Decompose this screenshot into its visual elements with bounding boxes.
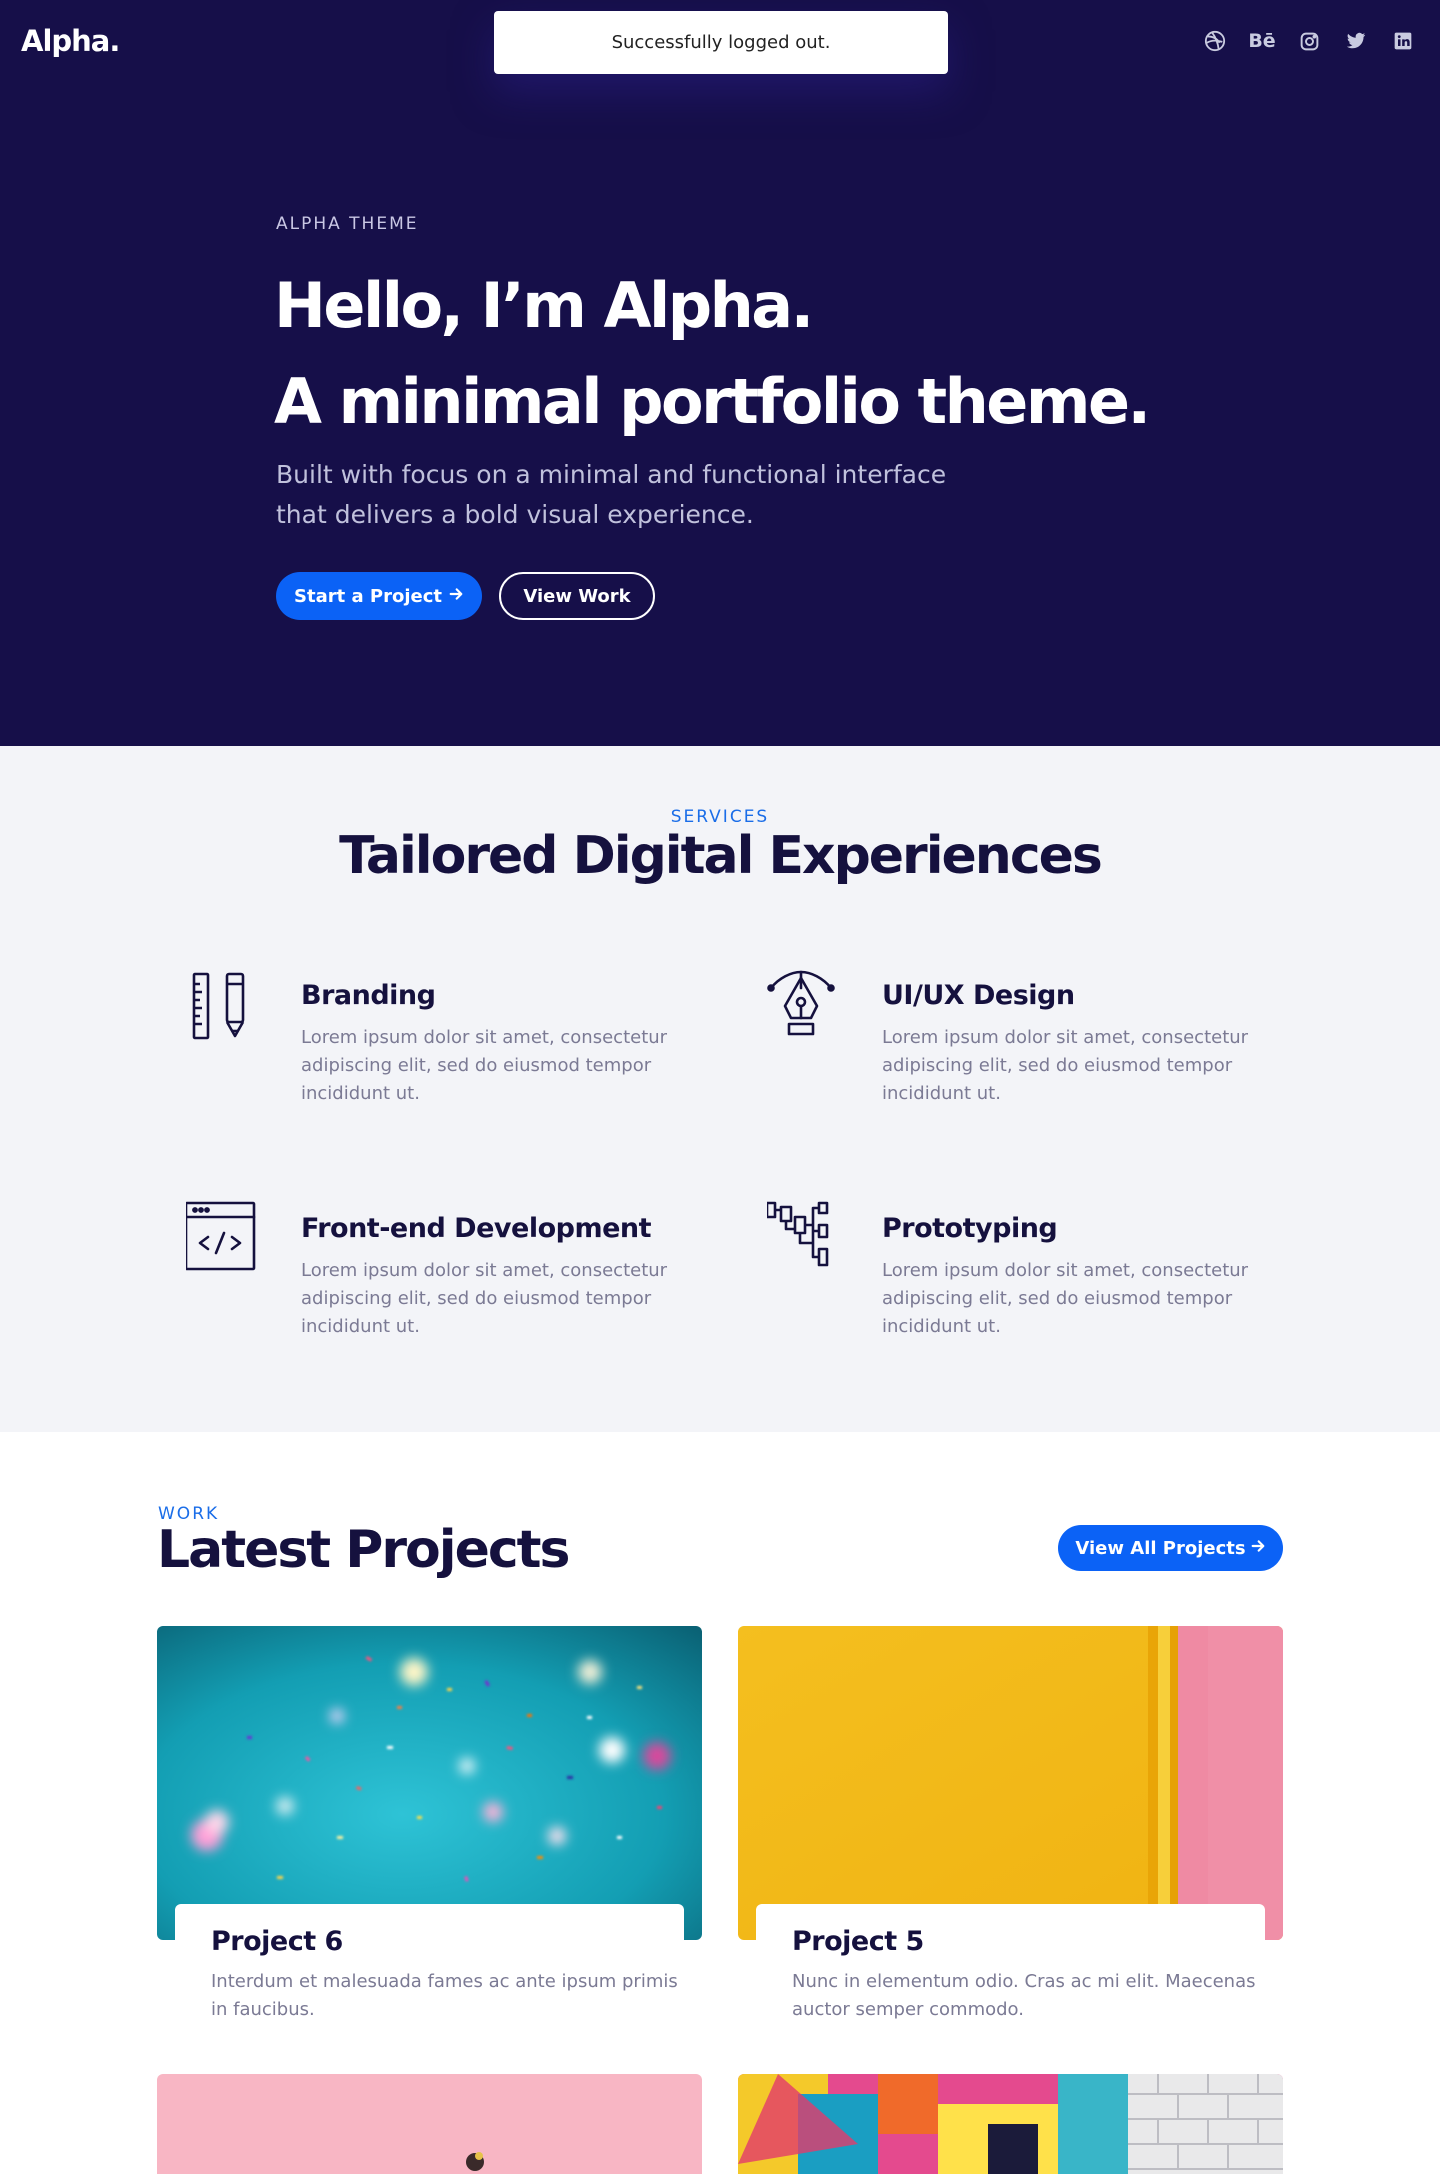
project-title[interactable]: Project 5 [792,1926,924,1957]
project-image-yellow-wall[interactable] [738,1626,1283,1940]
service-name: Front-end Development [301,1213,652,1244]
hero-subtitle-line-1: Built with focus on a minimal and functi… [276,460,947,489]
flowchart-icon [765,1197,847,1277]
service-description: Lorem ipsum dolor sit amet, consectetur … [882,1027,1249,1104]
behance-icon[interactable]: Bē [1248,28,1276,54]
project-image-pink[interactable] [157,2074,702,2174]
site-logo[interactable]: Alpha. [21,24,120,58]
view-all-projects-button[interactable]: View All Projects [1058,1525,1283,1571]
code-window-icon [184,1197,266,1277]
hero-section: Alpha. Successfully logged out. Bē ALPHA… [0,0,1440,746]
service-item-uiux: UI/UX Design Lorem ipsum dolor sit amet,… [767,964,1287,1104]
project-title[interactable]: Project 6 [211,1926,343,1957]
view-work-button[interactable]: View Work [499,572,655,620]
social-links: Bē [1202,28,1416,54]
hero-eyebrow: ALPHA THEME [276,214,419,234]
arrow-right-icon [448,586,464,607]
service-item-frontend: Front-end Development Lorem ipsum dolor … [184,1197,706,1337]
logout-toast: Successfully logged out. [494,11,948,74]
services-title: Tailored Digital Experiences [339,826,1103,886]
linkedin-icon[interactable] [1390,28,1416,54]
start-project-button[interactable]: Start a Project [276,572,482,620]
project-card-panel: Project 6 Interdum et malesuada fames ac… [175,1904,684,2044]
pen-tool-icon [767,964,847,1044]
service-description: Lorem ipsum dolor sit amet, consectetur … [882,1260,1249,1337]
hero-subtitle-line-2: that delivers a bold visual experience. [276,500,754,529]
work-section: WORK Latest Projects View All Projects P… [0,1432,1440,2174]
hero-title-line-2: A minimal portfolio theme. [274,365,1151,438]
project-image-graffiti[interactable] [738,2074,1283,2174]
hero-subtitle: Built with focus on a minimal and functi… [276,455,996,535]
services-section: SERVICES Tailored Digital Experiences Br… [0,746,1440,1432]
hero-title: Hello, I’m Alpha. A minimal portfolio th… [274,258,1151,450]
service-item-prototyping: Prototyping Lorem ipsum dolor sit amet, … [765,1197,1287,1337]
dribbble-icon[interactable] [1202,28,1228,54]
project-card-panel: Project 5 Nunc in elementum odio. Cras a… [756,1904,1265,2044]
twitter-icon[interactable] [1343,28,1369,54]
hero-title-line-1: Hello, I’m Alpha. [274,269,814,342]
work-title: Latest Projects [157,1520,570,1580]
service-description: Lorem ipsum dolor sit amet, consectetur … [301,1260,668,1337]
instagram-icon[interactable] [1296,28,1322,54]
service-name: UI/UX Design [882,980,1075,1011]
services-eyebrow: SERVICES [670,807,770,827]
behance-label: Bē [1248,30,1276,52]
service-name: Prototyping [882,1213,1058,1244]
arrow-right-icon [1250,1538,1266,1559]
toast-message: Successfully logged out. [611,32,831,53]
view-all-projects-label: View All Projects [1075,1537,1246,1559]
project-image-confetti[interactable] [157,1626,702,1940]
ruler-pencil-icon [186,964,266,1044]
service-name: Branding [301,980,436,1011]
service-description: Lorem ipsum dolor sit amet, consectetur … [301,1027,668,1104]
start-project-label: Start a Project [294,585,442,607]
project-description: Interdum et malesuada fames ac ante ipsu… [211,1971,678,2020]
service-item-branding: Branding Lorem ipsum dolor sit amet, con… [186,964,706,1104]
project-description: Nunc in elementum odio. Cras ac mi elit.… [792,1971,1256,2020]
